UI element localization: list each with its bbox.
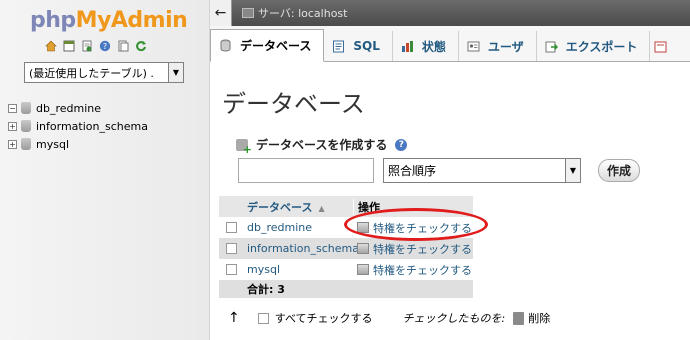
- tab-users[interactable]: ユーザ: [459, 31, 537, 61]
- expand-icon[interactable]: +: [8, 121, 17, 131]
- arrow-up-icon: ↑: [228, 310, 240, 326]
- database-icon: [21, 120, 31, 132]
- table-row: information_schema 特権をチェックする: [219, 238, 473, 259]
- database-icon: [21, 138, 31, 150]
- sql-icon: [332, 40, 345, 53]
- info-icon[interactable]: ?: [99, 40, 111, 52]
- breadcrumb-server[interactable]: サーバ: localhost: [258, 5, 347, 21]
- query-icon[interactable]: [81, 40, 93, 52]
- row-checkbox[interactable]: [225, 222, 237, 233]
- status-icon: [401, 40, 414, 53]
- chevron-down-icon[interactable]: ▼: [168, 63, 183, 82]
- delete-button[interactable]: 削除: [528, 310, 550, 326]
- check-all-label[interactable]: すべてチェックする: [275, 310, 373, 326]
- back-arrow-icon[interactable]: ←: [210, 0, 232, 26]
- create-database-heading: データベースを作成する ?: [236, 136, 408, 156]
- page-title: データベース: [222, 90, 365, 118]
- help-icon[interactable]: ?: [395, 138, 408, 151]
- phpmyadmin-logo[interactable]: phpMyAdmin: [30, 8, 188, 38]
- sort-arrow-icon: ▲: [318, 203, 325, 213]
- tree-item-information-schema[interactable]: + information_schema: [8, 117, 148, 135]
- table-icon[interactable]: [63, 40, 75, 52]
- tree-item-db-redmine[interactable]: − db_redmine: [8, 99, 148, 117]
- database-link[interactable]: information_schema: [247, 242, 359, 255]
- tab-overflow[interactable]: [650, 31, 679, 61]
- check-all-checkbox[interactable]: [257, 312, 269, 324]
- tree-item-mysql[interactable]: + mysql: [8, 135, 148, 153]
- red-highlight-ellipse: [344, 208, 488, 241]
- row-checkbox[interactable]: [225, 264, 237, 275]
- database-link[interactable]: mysql: [247, 263, 280, 276]
- bulk-actions-bar: ↑ すべてチェックする チェックしたものを: 削除: [228, 310, 550, 326]
- tab-databases[interactable]: データベース: [210, 29, 325, 62]
- table-row: mysql 特権をチェックする: [219, 259, 473, 280]
- chevron-down-icon[interactable]: ▼: [565, 159, 580, 182]
- check-privileges-link[interactable]: 特権をチェックする: [373, 241, 472, 257]
- database-tree: − db_redmine + information_schema + mysq…: [8, 99, 148, 153]
- docs-icon[interactable]: [117, 40, 129, 52]
- row-checkbox[interactable]: [225, 243, 237, 254]
- collation-select[interactable]: 照合順序 ▼: [383, 158, 581, 183]
- table-total-row: 合計: 3: [219, 280, 473, 298]
- nav-icon-bar: ?: [45, 40, 147, 52]
- users-icon: [467, 40, 480, 53]
- database-name-input[interactable]: [238, 158, 374, 183]
- tab-sql[interactable]: SQL: [324, 31, 393, 61]
- total-count: 合計: 3: [247, 283, 285, 296]
- privileges-icon: [357, 243, 369, 254]
- database-icon: [21, 102, 31, 114]
- main-tabs: データベース SQL 状態 ユーザ エクスポート: [210, 26, 690, 62]
- svg-text:?: ?: [103, 42, 107, 51]
- add-database-icon: [236, 138, 252, 156]
- import-icon: [654, 40, 667, 53]
- trash-icon[interactable]: [513, 311, 525, 325]
- database-link[interactable]: db_redmine: [247, 221, 312, 234]
- breadcrumb-bar: ← サーバ: localhost: [210, 0, 690, 26]
- navigation-panel: phpMyAdmin ? (最近使用したテーブル) . ▼ − db_redmi…: [0, 0, 210, 340]
- home-icon[interactable]: [45, 40, 57, 52]
- privileges-icon: [357, 264, 369, 275]
- check-privileges-link[interactable]: 特権をチェックする: [373, 262, 472, 278]
- collapse-icon[interactable]: −: [8, 103, 17, 113]
- database-icon: [219, 39, 232, 52]
- tab-status[interactable]: 状態: [393, 31, 459, 61]
- recent-tables-select[interactable]: (最近使用したテーブル) . ▼: [24, 62, 184, 83]
- tab-export[interactable]: エクスポート: [537, 31, 651, 61]
- with-selected-label: チェックしたものを:: [402, 312, 506, 325]
- export-icon: [545, 40, 558, 53]
- column-header-database[interactable]: データベース ▲: [243, 199, 353, 215]
- server-icon: [242, 8, 254, 18]
- create-button[interactable]: 作成: [598, 159, 640, 182]
- expand-icon[interactable]: +: [8, 139, 17, 149]
- reload-icon[interactable]: [135, 40, 147, 52]
